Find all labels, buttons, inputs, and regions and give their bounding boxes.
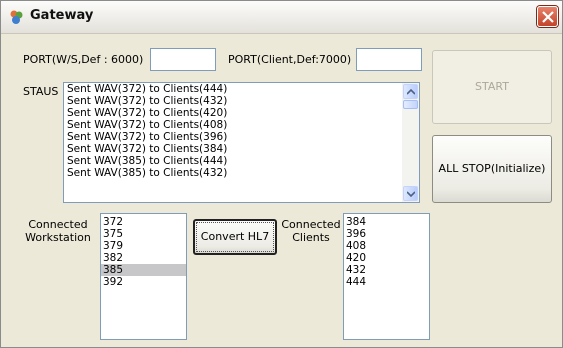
close-icon xyxy=(542,11,554,23)
client-list-item[interactable]: 444 xyxy=(344,276,429,288)
all-stop-button[interactable]: ALL STOP(Initialize) xyxy=(432,135,552,203)
convert-hl7-button[interactable]: Convert HL7 xyxy=(193,219,277,255)
client-port-label: PORT(Client,Def:7000) xyxy=(228,53,352,66)
status-log-line: Sent WAV(372) to Clients(444) xyxy=(67,83,228,95)
status-lines: Sent WAV(372) to Clients(444) Sent WAV(37… xyxy=(64,83,419,179)
chevron-down-icon xyxy=(407,191,415,197)
chevron-up-icon xyxy=(407,89,415,95)
client-list-item[interactable]: 396 xyxy=(344,228,429,240)
workstation-list[interactable]: 372 375 379 382 385 392 xyxy=(100,213,187,340)
client-list-item[interactable]: 384 xyxy=(344,216,429,228)
app-icon xyxy=(10,10,23,24)
status-log-line: Sent WAV(372) to Clients(396) xyxy=(67,131,228,143)
clients-label-line2: Clients xyxy=(292,231,330,244)
clients-label: Connected Clients xyxy=(280,218,342,244)
clients-label-line1: Connected xyxy=(281,218,341,231)
window-title: Gateway xyxy=(30,8,94,23)
scroll-down-button[interactable] xyxy=(403,186,418,201)
client-list-item[interactable]: 420 xyxy=(344,252,429,264)
workstation-label-line1: Connected xyxy=(28,218,88,231)
workstation-list-item[interactable]: 392 xyxy=(101,276,186,288)
workstation-list-item[interactable]: 385 xyxy=(101,264,186,276)
status-log[interactable]: Sent WAV(372) to Clients(444) Sent WAV(37… xyxy=(63,82,420,203)
workstation-list-item[interactable]: 379 xyxy=(101,240,186,252)
status-log-line: Sent WAV(372) to Clients(384) xyxy=(67,143,228,155)
status-log-line: Sent WAV(372) to Clients(408) xyxy=(67,119,228,131)
status-label: STAUS xyxy=(23,85,59,98)
client-list-item[interactable]: 432 xyxy=(344,264,429,276)
status-log-line: Sent WAV(372) to Clients(420) xyxy=(67,107,228,119)
ws-port-input[interactable] xyxy=(150,48,216,71)
client-port-input[interactable] xyxy=(356,48,422,71)
workstation-list-item[interactable]: 375 xyxy=(101,228,186,240)
start-button[interactable]: START xyxy=(432,50,552,124)
gateway-window: Gateway PORT(W/S,Def : 6000) PORT(Client… xyxy=(0,0,563,348)
status-scrollbar[interactable] xyxy=(402,83,419,202)
clients-list[interactable]: 384 396 408 420 432 444 xyxy=(343,213,430,340)
status-log-line: Sent WAV(385) to Clients(432) xyxy=(67,167,228,179)
scroll-thumb[interactable] xyxy=(403,100,418,109)
client-list-item[interactable]: 408 xyxy=(344,240,429,252)
workstation-list-item[interactable]: 382 xyxy=(101,252,186,264)
status-log-line: Sent WAV(372) to Clients(432) xyxy=(67,95,228,107)
workstation-label-line2: Workstation xyxy=(25,231,91,244)
workstation-list-item[interactable]: 372 xyxy=(101,216,186,228)
title-bar[interactable]: Gateway xyxy=(1,1,562,34)
close-button[interactable] xyxy=(537,6,558,27)
ws-port-label: PORT(W/S,Def : 6000) xyxy=(23,53,144,66)
workstation-label: Connected Workstation xyxy=(23,218,93,244)
scroll-up-button[interactable] xyxy=(403,84,418,99)
status-log-line: Sent WAV(385) to Clients(444) xyxy=(67,155,228,167)
